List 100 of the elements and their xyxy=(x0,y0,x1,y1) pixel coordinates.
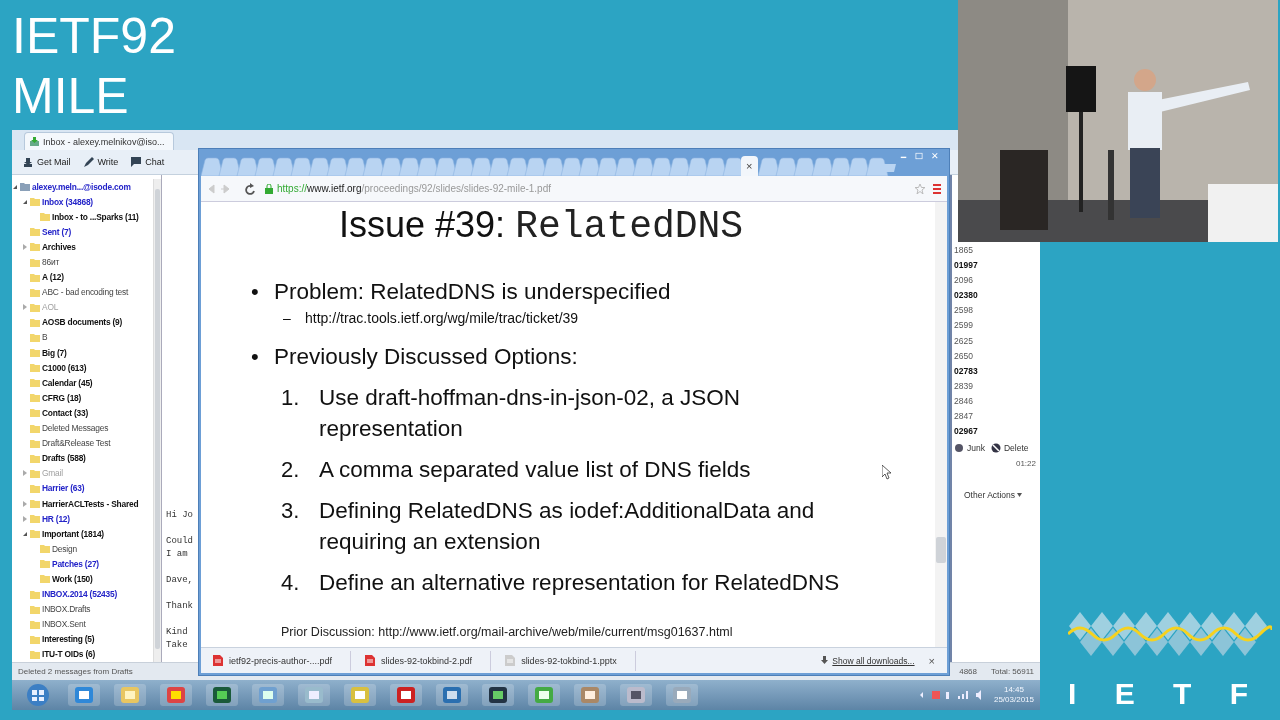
collapse-arrow-icon[interactable] xyxy=(22,198,28,205)
folder-item[interactable]: alexey.meln...@isode.com xyxy=(32,181,131,192)
download-item[interactable]: ietf92-precis-author-....pdf xyxy=(209,650,352,671)
toolbar-button[interactable]: Write xyxy=(80,156,121,168)
download-icon xyxy=(22,156,34,168)
message-preview-text: Kind xyxy=(166,626,189,639)
message-row[interactable]: 1865 xyxy=(954,243,1040,259)
star-icon[interactable] xyxy=(915,183,925,194)
expand-arrow-icon[interactable] xyxy=(22,470,28,477)
message-preview-text: I am xyxy=(166,548,189,561)
message-row[interactable]: 2598 xyxy=(954,303,1040,319)
message-row[interactable]: 2839 xyxy=(954,378,1040,394)
folder-item[interactable]: A (12) xyxy=(42,272,64,283)
slide-footer-text: Prior Discussion: http://www.ietf.org/mail-archive/web/mile/current/msg01637.html xyxy=(281,625,734,639)
folder-item[interactable]: Contact (33) xyxy=(42,407,88,418)
pencil-icon xyxy=(82,156,95,168)
folder-item[interactable]: Work (150) xyxy=(52,574,93,584)
download-item[interactable]: slides-92-tokbind-1.pptx xyxy=(501,650,636,671)
slide-text: Previously Discussed Options: xyxy=(274,343,579,371)
folder-item[interactable]: ABC - bad encoding test xyxy=(42,287,129,298)
folder-item[interactable]: Design xyxy=(52,543,77,554)
list-marker: • xyxy=(251,278,260,306)
folder-item[interactable]: Interesting (5) xyxy=(42,634,95,645)
folder-item[interactable]: Big (7) xyxy=(42,347,67,358)
message-preview-text: Dave, xyxy=(166,574,194,587)
slide-title-code: RelatedDNS xyxy=(515,205,744,248)
folder-item[interactable]: 86ит xyxy=(42,257,60,267)
folder-item[interactable]: Draft&Release Test xyxy=(42,438,111,449)
title-text: MILE xyxy=(12,67,130,126)
list-marker: 2. xyxy=(281,456,301,484)
message-row[interactable]: 2847 xyxy=(954,409,1040,425)
toolbar-button[interactable]: Chat xyxy=(128,156,167,168)
mail-tab[interactable]: Inbox - alexey.melnikov@iso... xyxy=(24,132,174,150)
list-marker: – xyxy=(283,309,292,327)
folder-item[interactable]: AOSB documents (9) xyxy=(42,317,123,328)
expand-arrow-icon[interactable] xyxy=(22,304,28,311)
inbox-icon xyxy=(30,137,39,146)
speech-bubble-icon xyxy=(130,156,143,168)
delete-icon xyxy=(990,443,1001,454)
toolbar-button[interactable]: Get Mail xyxy=(20,156,73,168)
folder-item[interactable]: C1000 (613) xyxy=(42,362,87,373)
action-button[interactable]: Delete xyxy=(990,443,1029,454)
folder-item[interactable]: INBOX.2014 (52435) xyxy=(42,589,118,600)
message-row[interactable]: 2846 xyxy=(954,393,1040,410)
folder-item[interactable]: Harrier (63) xyxy=(42,483,85,494)
show-all-downloads-link[interactable]: Show all downloads... xyxy=(821,655,915,666)
slide-text: Defining RelatedDNS as iodef:AdditionalData and requiring an extension xyxy=(319,497,816,556)
download-icon xyxy=(821,656,829,665)
menu-icon[interactable] xyxy=(933,183,941,194)
download-item[interactable]: slides-92-tokbind-2.pdf xyxy=(361,650,492,671)
expand-arrow-icon[interactable] xyxy=(22,500,28,507)
folder-item[interactable]: HR (12) xyxy=(42,513,70,524)
mouse-pointer-icon xyxy=(882,465,892,480)
folder-item[interactable]: CFRG (18) xyxy=(42,392,82,403)
action-button[interactable]: Junk xyxy=(954,443,985,454)
message-row[interactable]: 02380 xyxy=(954,288,1040,304)
folder-item[interactable]: Inbox (34868) xyxy=(42,196,93,207)
folder-item[interactable]: INBOX.Drafts xyxy=(42,604,91,615)
slide-text: Define an alternative representation for RelatedDNS xyxy=(319,569,841,597)
close-button[interactable]: × xyxy=(924,654,939,667)
file-icon xyxy=(505,655,516,666)
time-text: 01:22 xyxy=(1015,459,1036,469)
logo-text: I E T F xyxy=(1068,678,1248,710)
message-row[interactable]: 01997 xyxy=(954,258,1040,274)
message-row[interactable]: 2599 xyxy=(954,318,1040,334)
collapse-arrow-icon[interactable] xyxy=(22,530,28,537)
expand-arrow-icon[interactable] xyxy=(22,243,28,250)
file-icon xyxy=(213,655,223,666)
list-marker: • xyxy=(251,343,260,371)
caret-icon xyxy=(1017,493,1023,498)
message-preview-text: Thank xyxy=(166,600,194,613)
folder-item[interactable]: Archives xyxy=(42,241,76,252)
clock-date: 25/03/2015 xyxy=(993,695,1034,705)
message-row[interactable]: 02967 xyxy=(954,424,1040,440)
message-row[interactable]: 2650 xyxy=(954,348,1040,364)
slide-title: Issue #39: xyxy=(339,204,506,246)
folder-item[interactable]: Important (1814) xyxy=(42,528,104,539)
folder-item[interactable]: INBOX.Sent xyxy=(42,619,86,630)
folder-item[interactable]: B xyxy=(42,332,48,343)
file-icon xyxy=(365,655,376,666)
folder-item[interactable]: Deleted Messages xyxy=(42,423,109,434)
folder-item[interactable]: Patches (27) xyxy=(52,558,99,569)
close-tab-button[interactable]: × xyxy=(741,156,758,176)
status-text: Deleted 2 messages from Drafts xyxy=(18,667,133,676)
message-preview-text: Take xyxy=(166,639,189,652)
slide-text: Use draft-hoffman-dns-in-json-02, a JSON representation xyxy=(319,384,741,443)
folder-item[interactable]: HarrierACLTests - Shared xyxy=(42,498,139,509)
navigation-arrows-icon xyxy=(207,182,257,195)
expand-arrow-icon[interactable] xyxy=(22,515,28,522)
folder-item[interactable]: Drafts (588) xyxy=(42,453,86,464)
message-row[interactable]: 2096 xyxy=(954,273,1040,289)
account-icon xyxy=(20,182,30,192)
message-row[interactable]: 02783 xyxy=(954,363,1040,379)
message-row[interactable]: 2625 xyxy=(954,333,1040,349)
folder-item[interactable]: Sent (7) xyxy=(42,226,72,237)
folder-item[interactable]: Calendar (45) xyxy=(42,377,93,388)
collapse-arrow-icon[interactable] xyxy=(12,183,18,190)
folder-item[interactable]: Inbox - to ...Sparks (11) xyxy=(52,211,139,222)
folder-item[interactable]: ITU-T OIDs (6) xyxy=(42,649,96,660)
other-actions-button[interactable]: Other Actions xyxy=(964,490,1040,501)
